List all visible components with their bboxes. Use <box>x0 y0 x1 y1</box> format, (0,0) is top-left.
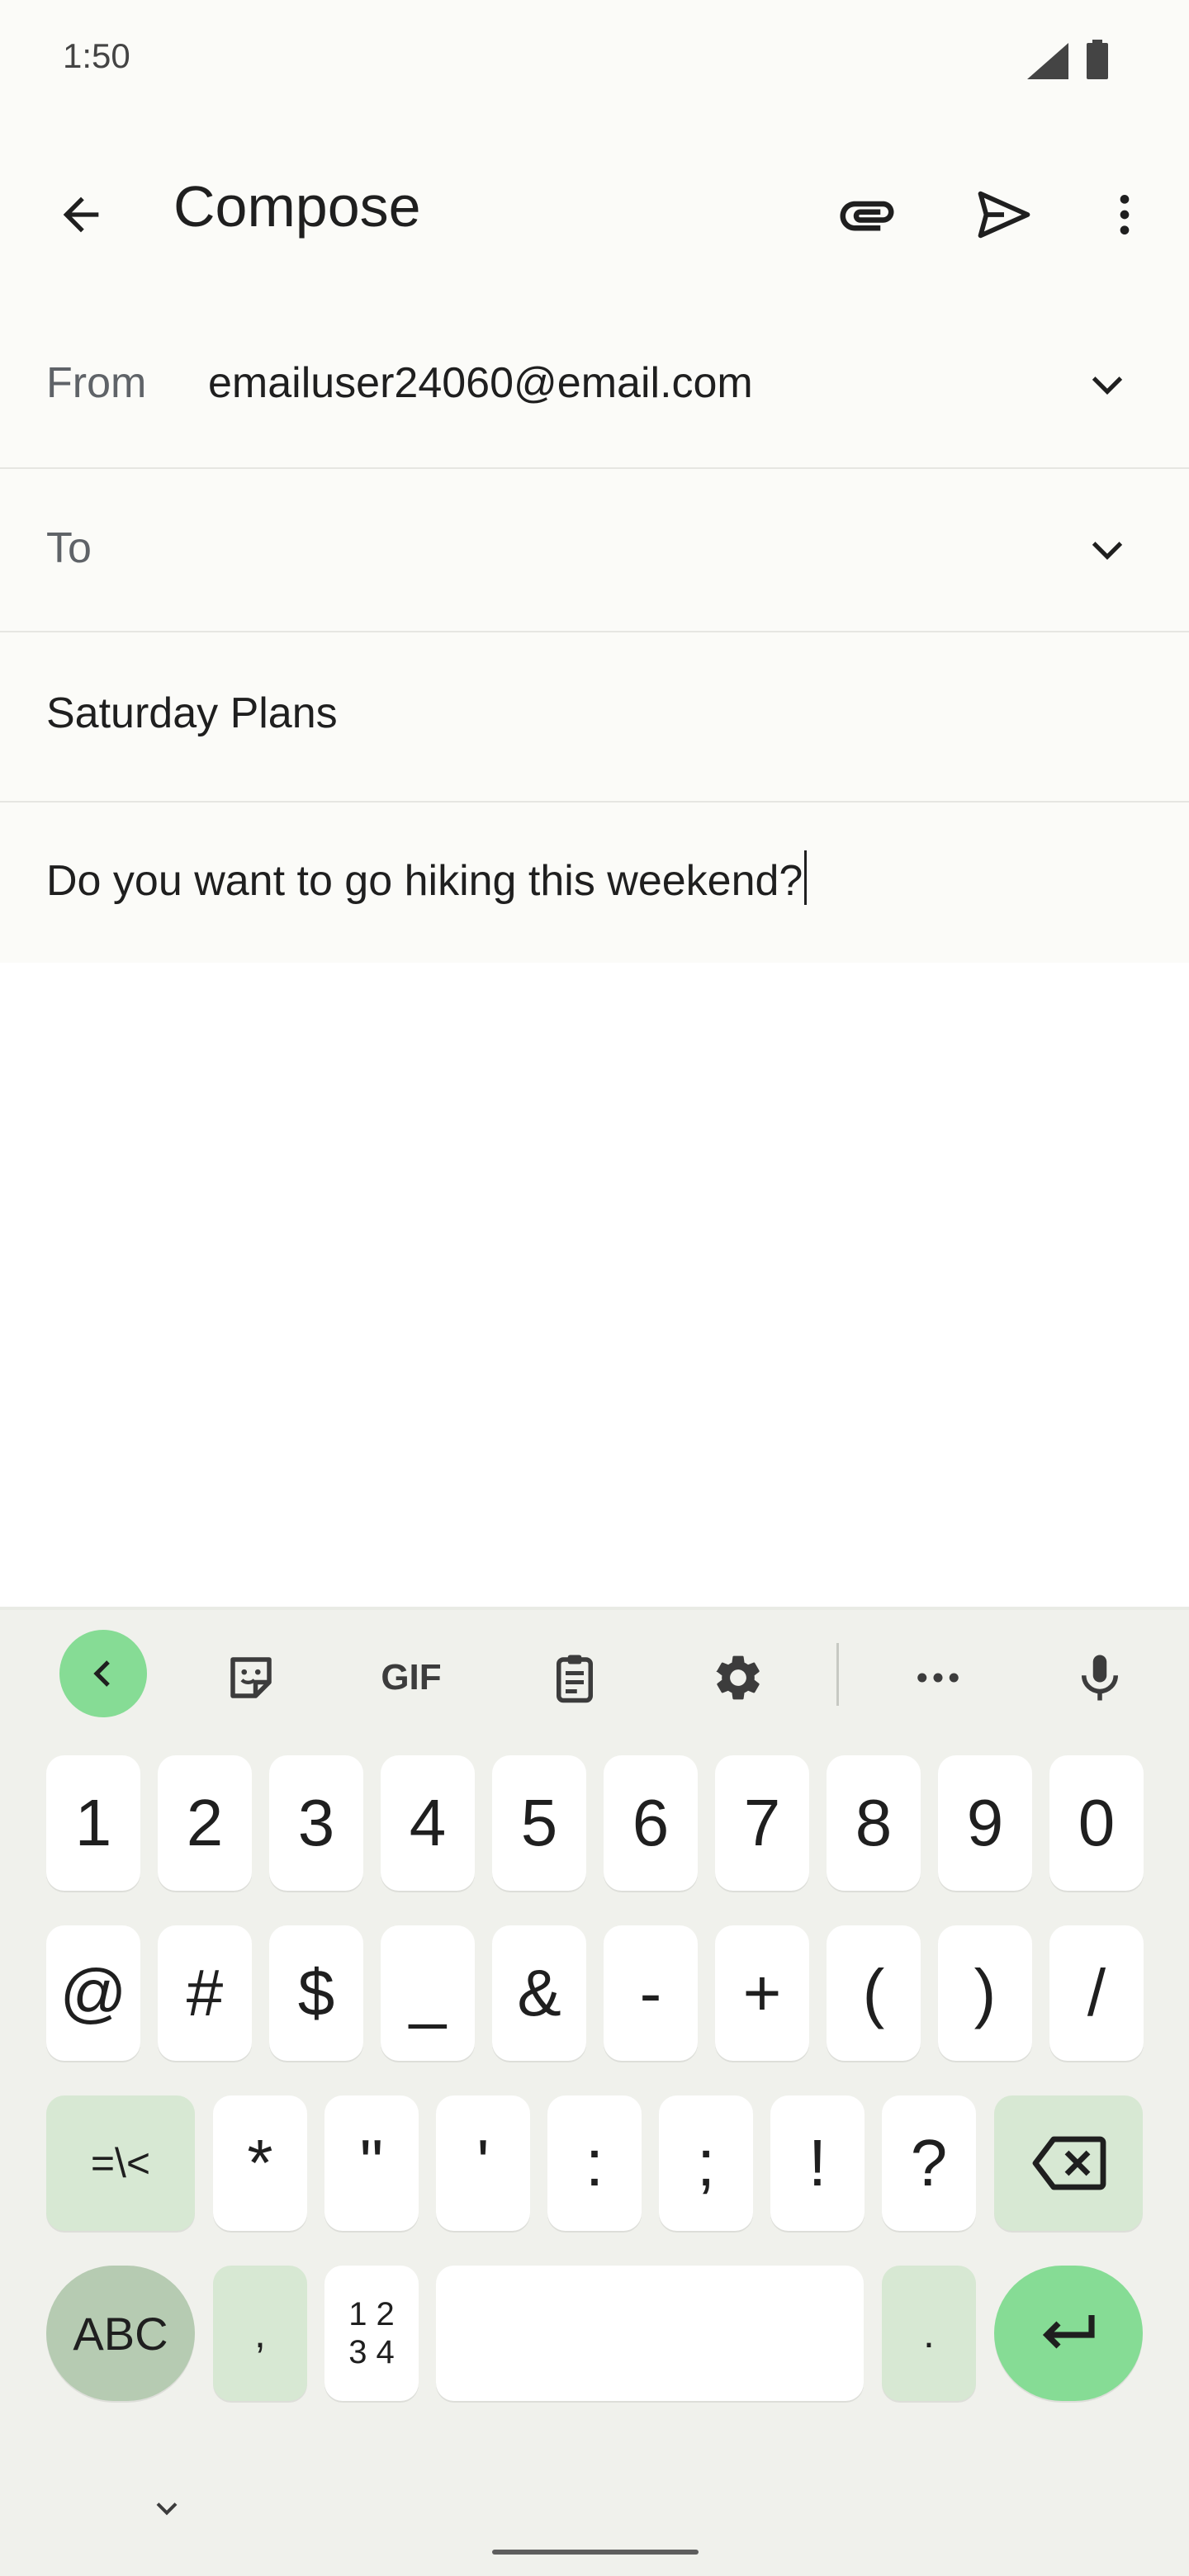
key-at[interactable]: @ <box>46 1925 140 2061</box>
status-time: 1:50 <box>63 36 130 75</box>
key-4[interactable]: 4 <box>381 1755 475 1891</box>
divider <box>0 631 1189 632</box>
settings-button[interactable] <box>699 1638 778 1717</box>
key-plus[interactable]: + <box>715 1925 809 2061</box>
numpad-label-top: 1 2 <box>348 2296 395 2332</box>
send-icon <box>978 191 1030 239</box>
page-title: Compose <box>173 174 421 239</box>
gesture-nav-handle[interactable] <box>492 2550 699 2555</box>
key-colon[interactable]: : <box>547 2095 642 2231</box>
chevron-down-icon <box>156 2503 178 2516</box>
key-comma[interactable]: , <box>213 2266 307 2401</box>
arrow-left-icon <box>63 197 99 233</box>
backspace-icon <box>1032 2136 1106 2190</box>
keyboard-collapse-toolbar-button[interactable] <box>59 1630 147 1717</box>
enter-arrow-icon <box>1042 2315 1095 2349</box>
from-label: From <box>46 359 147 407</box>
more-tools-button[interactable] <box>898 1638 978 1717</box>
abc-key[interactable]: ABC <box>46 2266 195 2401</box>
subject-field[interactable]: Saturday Plans <box>46 689 338 738</box>
clipboard-button[interactable] <box>535 1638 614 1717</box>
more-vert-icon <box>1120 195 1130 234</box>
body-field[interactable]: Do you want to go hiking this weekend? <box>46 850 808 906</box>
key-asterisk[interactable]: * <box>213 2095 307 2231</box>
toolbar-separator <box>836 1643 839 1706</box>
key-open-paren[interactable]: ( <box>827 1925 921 2061</box>
numpad-key[interactable]: 1 2 3 4 <box>324 2266 419 2401</box>
more-options-button[interactable] <box>1092 173 1158 256</box>
to-field[interactable] <box>116 495 1057 603</box>
key-double-quote[interactable]: " <box>324 2095 419 2231</box>
hide-keyboard-button[interactable] <box>140 2485 193 2531</box>
key-single-quote[interactable]: ' <box>436 2095 530 2231</box>
key-dollar[interactable]: $ <box>269 1925 363 2061</box>
gear-icon <box>716 1655 760 1700</box>
chevron-down-icon <box>1092 376 1123 395</box>
body-text: Do you want to go hiking this weekend? <box>46 857 803 905</box>
divider <box>0 801 1189 803</box>
key-close-paren[interactable]: ) <box>938 1925 1032 2061</box>
paperclip-icon <box>840 201 894 231</box>
body-blank-area[interactable] <box>0 963 1189 1607</box>
backspace-key[interactable] <box>994 2095 1143 2231</box>
sticker-button[interactable] <box>211 1638 291 1717</box>
key-hash[interactable]: # <box>158 1925 252 2061</box>
back-button[interactable] <box>40 173 122 256</box>
gif-button[interactable]: GIF <box>370 1638 452 1717</box>
compose-area <box>0 0 1189 963</box>
key-period[interactable]: . <box>882 2266 976 2401</box>
key-slash[interactable]: / <box>1049 1925 1144 2061</box>
voice-input-button[interactable] <box>1060 1638 1139 1717</box>
battery-icon <box>1087 40 1108 79</box>
more-horiz-icon <box>917 1673 959 1683</box>
key-6[interactable]: 6 <box>604 1755 698 1891</box>
to-label: To <box>46 524 92 572</box>
keyboard <box>0 1607 1189 2576</box>
key-9[interactable]: 9 <box>938 1755 1032 1891</box>
key-7[interactable]: 7 <box>715 1755 809 1891</box>
chevron-left-icon <box>93 1660 110 1687</box>
sticker-icon <box>230 1657 272 1698</box>
enter-key[interactable] <box>994 2266 1143 2401</box>
key-5[interactable]: 5 <box>492 1755 586 1891</box>
key-minus[interactable]: - <box>604 1925 698 2061</box>
keyboard-top-border <box>0 1607 1189 1610</box>
to-dropdown-button[interactable] <box>1078 520 1136 578</box>
space-key[interactable] <box>436 2266 864 2401</box>
key-1[interactable]: 1 <box>46 1755 140 1891</box>
text-cursor <box>804 850 808 905</box>
numpad-label-bottom: 3 4 <box>348 2334 395 2370</box>
key-question[interactable]: ? <box>882 2095 976 2231</box>
from-dropdown-button[interactable] <box>1078 355 1136 413</box>
key-more-symbols[interactable]: =\< <box>46 2095 195 2231</box>
key-exclamation[interactable]: ! <box>770 2095 865 2231</box>
attach-button[interactable] <box>826 173 908 256</box>
clipboard-icon <box>557 1655 593 1703</box>
mic-icon <box>1082 1655 1118 1701</box>
send-button[interactable] <box>963 173 1045 256</box>
key-0[interactable]: 0 <box>1049 1755 1144 1891</box>
from-value[interactable]: emailuser24060@email.com <box>208 358 753 408</box>
key-semicolon[interactable]: ; <box>659 2095 753 2231</box>
key-8[interactable]: 8 <box>827 1755 921 1891</box>
chevron-down-icon <box>1092 542 1123 560</box>
key-3[interactable]: 3 <box>269 1755 363 1891</box>
key-ampersand[interactable]: & <box>492 1925 586 2061</box>
divider <box>0 467 1189 469</box>
signal-icon <box>1027 43 1068 79</box>
key-2[interactable]: 2 <box>158 1755 252 1891</box>
key-underscore[interactable]: _ <box>381 1925 475 2061</box>
